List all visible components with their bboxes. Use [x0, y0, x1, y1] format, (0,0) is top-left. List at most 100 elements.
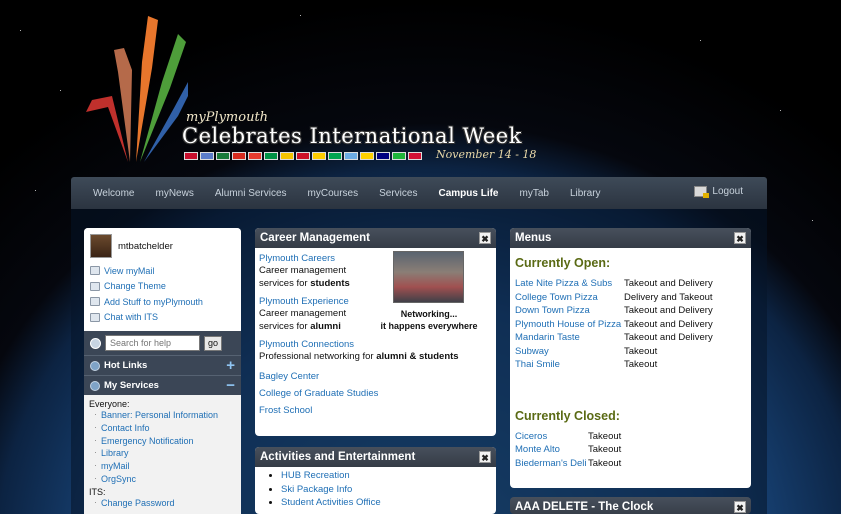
flag-icon — [360, 152, 374, 160]
restaurant-link[interactable]: Biederman's Deli — [515, 458, 588, 472]
logout-icon — [694, 186, 710, 198]
nav-mynews[interactable]: myNews — [156, 188, 194, 199]
avatar — [90, 234, 112, 258]
username: mtbatchelder — [118, 240, 173, 252]
globe-icon — [90, 360, 100, 371]
collapse-icon[interactable]: − — [226, 377, 235, 394]
mail-icon — [90, 266, 100, 276]
services-group-label: ITS: — [89, 486, 106, 497]
clock-portlet: AAA DELETE - The Clock ✖ — [510, 497, 751, 514]
service-link[interactable]: OrgSync — [101, 474, 136, 484]
nav-mycourses[interactable]: myCourses — [308, 188, 359, 199]
service-link[interactable]: Emergency Notification — [101, 436, 194, 446]
flag-icon — [264, 152, 278, 160]
close-icon[interactable]: ✖ — [479, 232, 491, 244]
list-item: Student Activities Office — [281, 497, 488, 511]
menu-row: Down Town Pizza Takeout and Delivery — [515, 305, 746, 319]
banner-title: Celebrates International Week — [182, 124, 522, 148]
bagley-center-link[interactable]: Bagley Center — [259, 371, 492, 382]
list-item: HUB Recreation — [281, 470, 488, 484]
nav-mytab[interactable]: myTab — [520, 188, 549, 199]
flag-icon — [392, 152, 406, 160]
menu-row: Ciceros Takeout — [515, 431, 746, 445]
theme-icon — [90, 281, 100, 291]
flag-icon — [296, 152, 310, 160]
service-link[interactable]: Change Password — [101, 498, 175, 508]
restaurant-link[interactable]: Late Nite Pizza & Subs — [515, 278, 624, 292]
nav-welcome[interactable]: Welcome — [93, 188, 135, 199]
graduate-studies-link[interactable]: College of Graduate Studies — [259, 388, 492, 399]
activity-link[interactable]: Student Activities Office — [281, 497, 381, 508]
open-list: Late Nite Pizza & Subs Takeout and Delive… — [515, 278, 746, 373]
activity-link[interactable]: Ski Package Info — [281, 484, 352, 495]
gear-icon — [90, 380, 100, 391]
nav-services[interactable]: Services — [379, 188, 417, 199]
search-icon — [90, 337, 101, 349]
nav-alumni-services[interactable]: Alumni Services — [215, 188, 287, 199]
menu-row: Late Nite Pizza & Subs Takeout and Delive… — [515, 278, 746, 292]
photo-caption-line: it happens everywhere — [380, 321, 478, 331]
menu-row: Mandarin Taste Takeout and Delivery — [515, 332, 746, 346]
networking-photo — [393, 251, 464, 303]
portlet-title: Menus — [515, 232, 552, 244]
service-type: Delivery and Takeout — [624, 291, 713, 303]
flag-strip — [184, 152, 422, 160]
frost-school-link[interactable]: Frost School — [259, 405, 492, 416]
restaurant-link[interactable]: Thai Smile — [515, 359, 624, 373]
logout-button[interactable]: Logout — [694, 186, 743, 198]
expand-icon[interactable]: + — [226, 357, 235, 374]
my-services-header[interactable]: My Services − — [84, 375, 241, 395]
flag-icon — [248, 152, 262, 160]
nav-library[interactable]: Library — [570, 188, 601, 199]
logout-label: Logout — [712, 186, 743, 197]
portlet-title: Career Management — [260, 232, 370, 244]
close-icon[interactable]: ✖ — [734, 501, 746, 513]
change-theme-link[interactable]: Change Theme — [104, 281, 166, 291]
service-type: Takeout — [624, 345, 658, 357]
services-group-label: Everyone: — [89, 399, 130, 409]
services-list: Everyone: Banner: Personal Information C… — [84, 395, 241, 514]
my-services-label: My Services — [104, 380, 159, 391]
hot-links-header[interactable]: Hot Links + — [84, 355, 241, 375]
activity-link[interactable]: HUB Recreation — [281, 470, 350, 481]
menu-row: Plymouth House of Pizza Takeout and Deliv… — [515, 319, 746, 333]
hot-links-label: Hot Links — [104, 360, 148, 371]
close-icon[interactable]: ✖ — [479, 451, 491, 463]
activities-portlet: Activities and Entertainment ✖ HUB Recre… — [255, 447, 496, 514]
career-management-portlet: Career Management ✖ Networking... it hap… — [255, 228, 496, 436]
closed-heading: Currently Closed: — [515, 408, 620, 423]
close-icon[interactable]: ✖ — [734, 232, 746, 244]
nav-campus-life[interactable]: Campus Life — [438, 188, 498, 199]
closed-list: Ciceros Takeout Monte Alto Takeout Biederman… — [515, 431, 746, 472]
menu-row: Subway Takeout — [515, 346, 746, 360]
portlet-title: AAA DELETE - The Clock — [515, 501, 654, 513]
flag-icon — [216, 152, 230, 160]
flag-icon — [280, 152, 294, 160]
restaurant-link[interactable]: Ciceros — [515, 431, 588, 445]
photo-caption-line: Networking... — [400, 309, 458, 319]
restaurant-link[interactable]: Plymouth House of Pizza — [515, 319, 624, 333]
chat-with-its-link[interactable]: Chat with ITS — [104, 312, 158, 322]
help-search-input[interactable] — [105, 335, 200, 351]
restaurant-link[interactable]: Subway — [515, 346, 624, 360]
sidebar: mtbatchelder View myMail Change Theme Ad… — [84, 228, 241, 514]
add-stuff-link[interactable]: Add Stuff to myPlymouth — [104, 297, 203, 307]
open-heading: Currently Open: — [515, 256, 611, 270]
restaurant-link[interactable]: Monte Alto — [515, 444, 588, 458]
service-link[interactable]: myMail — [101, 461, 130, 471]
plymouth-connections-link[interactable]: Plymouth Connections — [259, 339, 492, 350]
list-item: Ski Package Info — [281, 484, 488, 498]
restaurant-link[interactable]: Mandarin Taste — [515, 332, 624, 346]
service-link[interactable]: Contact Info — [101, 423, 150, 433]
restaurant-link[interactable]: Down Town Pizza — [515, 305, 624, 319]
service-type: Takeout — [588, 457, 622, 469]
add-stuff-icon — [90, 297, 100, 307]
menu-row: Biederman's Deli Takeout — [515, 458, 746, 472]
photo-caption: Networking... it happens everywhere — [373, 308, 485, 332]
go-button[interactable]: go — [204, 335, 222, 351]
restaurant-link[interactable]: College Town Pizza — [515, 292, 624, 306]
service-link[interactable]: Banner: Personal Information — [101, 410, 218, 420]
service-link[interactable]: Library — [101, 448, 129, 458]
service-type: Takeout and Delivery — [624, 332, 713, 343]
view-mymail-link[interactable]: View myMail — [104, 266, 154, 276]
